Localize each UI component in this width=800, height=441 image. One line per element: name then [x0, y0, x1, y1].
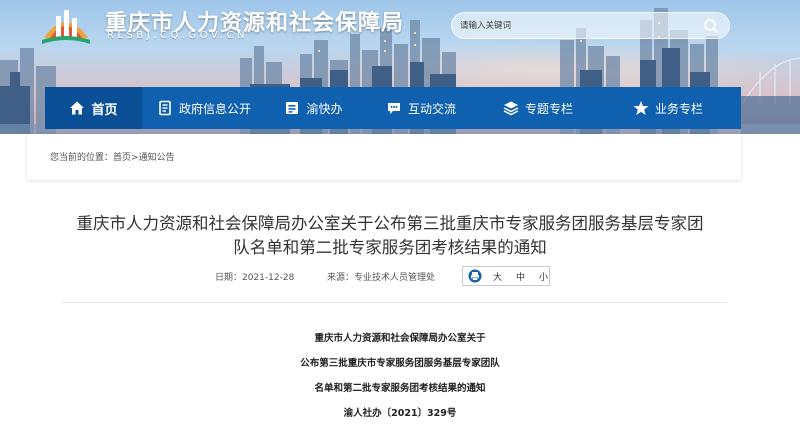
divider — [62, 302, 727, 303]
main-nav: 首页 政府信息公开 渝快办 互动交流 专题专栏 业务专栏 — [45, 87, 741, 129]
nav-item-home[interactable]: 首页 — [45, 87, 142, 129]
body-heading-line: 名单和第二批专家服务团考核结果的通知 — [314, 383, 486, 394]
font-size-large-button[interactable]: 大 — [493, 270, 502, 283]
article-title-line: 重庆市人力资源和社会保障局办公室关于公布第三批重庆市专家服务团服务基层专家团 — [76, 214, 704, 233]
header-banner: 重庆市人力资源和社会保障局 RLSBJ.CQ.GOV.CN 首页 政府信息公开 — [0, 0, 800, 134]
breadcrumb-separator: > — [131, 153, 139, 163]
nav-label: 业务专栏 — [654, 101, 703, 116]
site-logo-icon — [42, 10, 90, 44]
article-title: 重庆市人力资源和社会保障局办公室关于公布第三批重庆市专家服务团服务基层专家团 队… — [50, 212, 730, 260]
breadcrumb-home-link[interactable]: 首页 — [113, 153, 131, 163]
nav-item-government-info[interactable]: 政府信息公开 — [142, 87, 266, 129]
breadcrumb-box: 您当前的位置：首页>通知公告 — [27, 134, 741, 180]
document-number: 渝人社办〔2021〕329号 — [343, 408, 457, 419]
briefcase-icon — [286, 102, 299, 114]
font-size-small-button[interactable]: 小 — [539, 270, 548, 283]
body-heading-line: 重庆市人力资源和社会保障局办公室关于 — [314, 333, 486, 344]
document-icon — [159, 100, 171, 116]
nav-label: 政府信息公开 — [178, 101, 251, 116]
search-box — [451, 12, 730, 39]
nav-item-business[interactable]: 业务专栏 — [595, 87, 741, 129]
layers-icon — [503, 101, 519, 116]
article-tools: 大 中 小 — [462, 266, 550, 286]
article-meta: 日期：2021-12-28 来源：专业技术人员管理处 — [215, 270, 435, 283]
font-size-medium-button[interactable]: 中 — [516, 270, 525, 283]
nav-label: 互动交流 — [407, 101, 456, 116]
breadcrumb-prefix: 您当前的位置： — [50, 153, 114, 163]
site-domain: RLSBJ.CQ.GOV.CN — [107, 30, 249, 41]
nav-label: 专题专栏 — [524, 101, 573, 116]
article-source: 来源：专业技术人员管理处 — [327, 273, 436, 283]
nav-item-special-topics[interactable]: 专题专栏 — [481, 87, 595, 129]
chat-icon — [387, 103, 400, 114]
nav-item-interaction[interactable]: 互动交流 — [361, 87, 481, 129]
body-heading-line: 公布第三批重庆市专家服务团服务基层专家团队 — [300, 358, 500, 369]
home-icon — [70, 101, 85, 115]
star-icon — [633, 101, 649, 115]
nav-label: 首页 — [91, 102, 118, 118]
breadcrumb: 您当前的位置：首页>通知公告 — [50, 150, 175, 163]
search-icon[interactable] — [703, 18, 719, 34]
nav-label: 渝快办 — [306, 101, 343, 116]
search-input[interactable] — [460, 17, 690, 35]
nav-item-yukuaiban[interactable]: 渝快办 — [266, 87, 361, 129]
print-icon[interactable] — [468, 269, 482, 283]
breadcrumb-current-link[interactable]: 通知公告 — [139, 153, 175, 163]
article-date: 日期：2021-12-28 — [215, 273, 295, 283]
article-title-line: 队名单和第二批专家服务团考核结果的通知 — [233, 238, 547, 257]
